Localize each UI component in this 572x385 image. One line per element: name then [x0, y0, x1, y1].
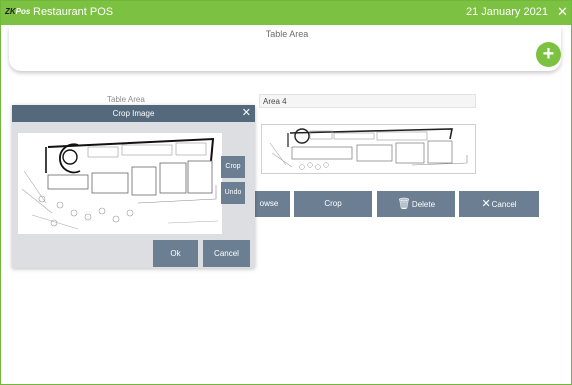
current-date: 21 January 2021 — [466, 6, 548, 18]
floor-plan-image — [18, 133, 222, 234]
page-title: Table Area — [265, 29, 309, 39]
crop-button[interactable]: Crop — [294, 191, 372, 217]
dialog-cancel-button[interactable]: Cancel — [203, 240, 250, 267]
table-area-label: Table Area — [107, 95, 145, 104]
cancel-button[interactable]: ✕Cancel — [459, 191, 539, 217]
area-image-preview — [261, 124, 476, 174]
dialog-close-icon[interactable]: ✕ — [242, 105, 251, 122]
delete-label: Delete — [411, 200, 436, 209]
dialog-crop-button[interactable]: Crop — [221, 156, 245, 178]
app-window: ZKPos Restaurant POS 21 January 2021 ✕ T… — [0, 0, 572, 385]
floor-plan-thumbnail — [266, 127, 471, 171]
dialog-title: Crop Image — [112, 109, 155, 118]
cancel-label: Cancel — [491, 200, 517, 209]
close-icon: ✕ — [481, 198, 491, 210]
area-name-input[interactable] — [259, 94, 476, 108]
crop-canvas[interactable] — [18, 133, 222, 234]
add-button[interactable]: + — [536, 42, 561, 67]
dialog-ok-button[interactable]: Ok — [153, 240, 198, 267]
app-logo: ZKPos — [5, 7, 31, 16]
close-window-icon[interactable]: ✕ — [557, 4, 568, 20]
dialog-header: Crop Image ✕ — [12, 105, 255, 122]
dialog-undo-button[interactable]: Undo — [221, 182, 245, 204]
title-bar: ZKPos Restaurant POS 21 January 2021 ✕ — [1, 1, 571, 25]
app-title: Restaurant POS — [33, 6, 114, 18]
trash-icon: 🗑 — [396, 198, 411, 210]
crop-image-dialog: Crop Image ✕ Crop Undo Ok Cancel — [12, 105, 255, 268]
delete-button[interactable]: 🗑Delete — [377, 191, 455, 217]
